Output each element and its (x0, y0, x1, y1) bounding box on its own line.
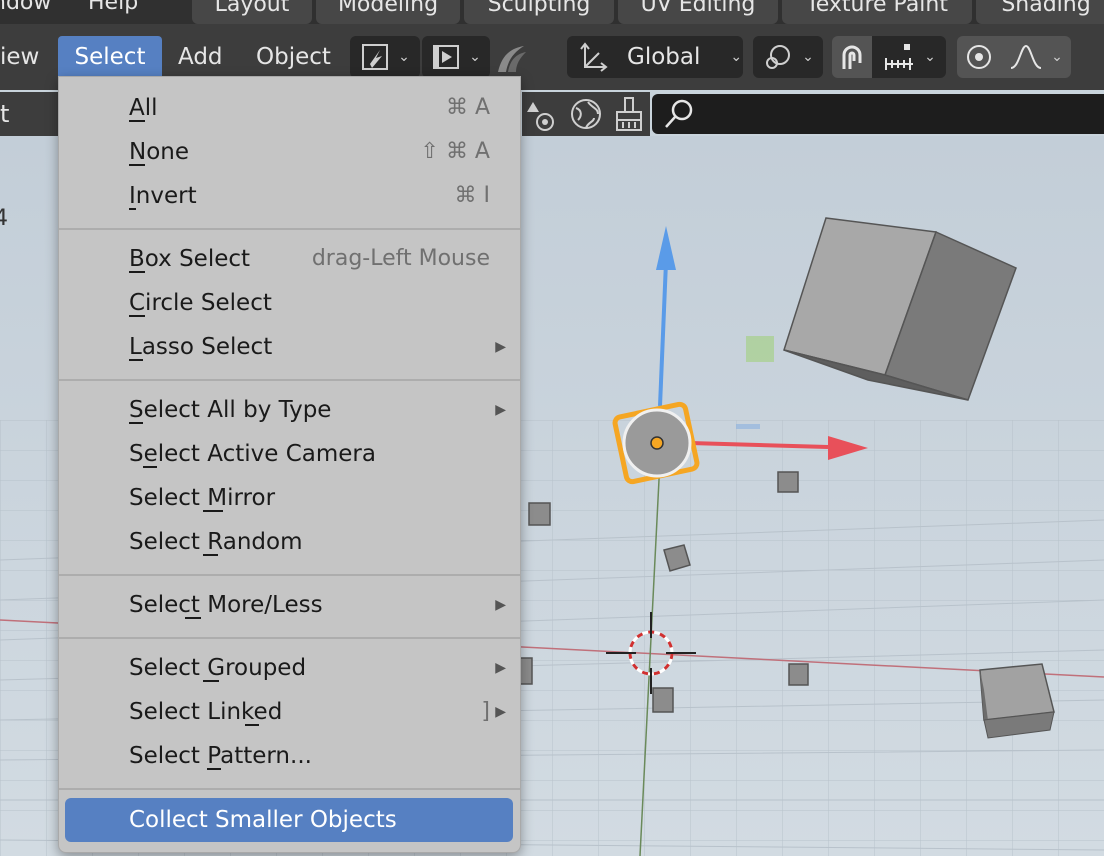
proportional-edit-toggle[interactable] (957, 36, 1001, 78)
falloff-dropdown[interactable]: ⌄ (1001, 36, 1071, 78)
tab-modeling[interactable]: Modeling (316, 0, 460, 24)
menu-item-lasso-select[interactable]: Lasso Select ▶ (59, 325, 520, 369)
tab-shading[interactable]: Shading (976, 0, 1104, 24)
affect-origin-icon (362, 44, 389, 70)
menu-add[interactable]: Add (162, 36, 239, 78)
menu-item-collect-smaller-objects[interactable]: Collect Smaller Objects (65, 798, 513, 842)
menu-window-fragment[interactable]: ndow (0, 0, 51, 15)
shortcut-label: ⌘ I (454, 183, 490, 208)
select-menu-dropdown: All ⌘ A None ⇧ ⌘ A Invert ⌘ I Box Select… (58, 76, 521, 853)
snap-target-dropdown[interactable]: ⌄ (872, 36, 946, 78)
submenu-arrow-icon: ▶ (495, 597, 506, 613)
menu-item-box-select[interactable]: Box Select drag-Left Mouse (59, 237, 520, 281)
workspace-tabs-bar: ndow Help Layout Modeling Sculpting UV E… (0, 0, 1104, 24)
menu-item-select-pattern[interactable]: Select Pattern... (59, 734, 520, 778)
orientation-label: Global (627, 44, 701, 70)
light-marker (746, 336, 774, 362)
magnet-icon (842, 45, 862, 69)
left-panel-tab-label: t (0, 100, 10, 128)
menu-item-invert[interactable]: Invert ⌘ I (59, 174, 520, 218)
shading-icon[interactable] (525, 96, 561, 132)
brush-icon[interactable] (611, 96, 647, 132)
z-arrow-shaft (658, 261, 668, 407)
chevron-down-icon: ⌄ (730, 49, 743, 65)
large-cube (783, 217, 1017, 401)
chevron-down-icon: ⌄ (1051, 49, 1063, 65)
shortcut-label: ] (481, 699, 490, 724)
tab-texture-paint[interactable]: Texture Paint (782, 0, 972, 24)
menu-help[interactable]: Help (88, 0, 138, 15)
shortcut-label: ⇧ ⌘ A (420, 139, 490, 164)
submenu-arrow-icon: ▶ (495, 704, 506, 720)
chevron-down-icon: ⌄ (802, 49, 814, 65)
menu-separator (59, 788, 520, 790)
snap-toggle[interactable] (832, 36, 872, 78)
tab-sculpting[interactable]: Sculpting (464, 0, 614, 24)
menu-item-select-none[interactable]: None ⇧ ⌘ A (59, 130, 520, 174)
menu-item-circle-select[interactable]: Circle Select (59, 281, 520, 325)
menu-item-select-random[interactable]: Select Random (59, 520, 520, 564)
chevron-down-icon: ⌄ (398, 49, 410, 65)
submenu-arrow-icon: ▶ (495, 402, 506, 418)
shortcut-label: drag-Left Mouse (311, 246, 490, 271)
menu-view[interactable]: iew (0, 36, 55, 78)
menu-separator (59, 637, 520, 639)
menu-item-select-more-less[interactable]: Select More/Less ▶ (59, 583, 520, 627)
proportional-edit-icon (967, 45, 991, 69)
chevron-down-icon: ⌄ (924, 49, 936, 65)
transform-orientation-icon (580, 42, 608, 72)
menu-item-select-grouped[interactable]: Select Grouped ▶ (59, 646, 520, 690)
snap-increment-icon (885, 44, 914, 70)
submenu-arrow-icon: ▶ (495, 339, 506, 355)
menu-item-select-all[interactable]: All ⌘ A (59, 86, 520, 130)
pivot-point-dropdown[interactable]: ⌄ (753, 36, 823, 78)
menu-item-select-active-camera[interactable]: Select Active Camera (59, 432, 520, 476)
menu-separator (59, 379, 520, 381)
keying-icon[interactable] (494, 44, 528, 78)
search-icon (665, 99, 693, 128)
shortcut-label: ⌘ A (445, 95, 490, 120)
orientation-dropdown[interactable]: Global ⌄ (567, 36, 743, 78)
axis-label-fragment: 4 (0, 206, 8, 231)
world-icon[interactable] (568, 96, 604, 132)
film-icon (433, 45, 460, 69)
right-cube (979, 663, 1055, 739)
submenu-arrow-icon: ▶ (495, 660, 506, 676)
menu-item-select-all-by-type[interactable]: Select All by Type ▶ (59, 388, 520, 432)
menu-separator (59, 228, 520, 230)
menu-object[interactable]: Object (240, 36, 347, 78)
search-field[interactable] (652, 94, 1104, 134)
falloff-curve-icon (1010, 44, 1042, 69)
playback-button[interactable]: ⌄ (422, 36, 490, 78)
tab-uv-editing[interactable]: UV Editing (618, 0, 778, 24)
chevron-down-icon: ⌄ (469, 49, 481, 65)
visibility-filters (522, 92, 650, 136)
affect-only-button[interactable]: ⌄ (350, 36, 420, 78)
z-arrow-head (656, 226, 676, 270)
menu-separator (59, 574, 520, 576)
selected-empty (612, 401, 700, 485)
tab-layout[interactable]: Layout (192, 0, 312, 24)
menu-select[interactable]: Select (58, 36, 162, 78)
pivot-icon (766, 45, 791, 69)
menu-item-select-linked[interactable]: Select Linked ] ▶ (59, 690, 520, 734)
menu-item-select-mirror[interactable]: Select Mirror (59, 476, 520, 520)
